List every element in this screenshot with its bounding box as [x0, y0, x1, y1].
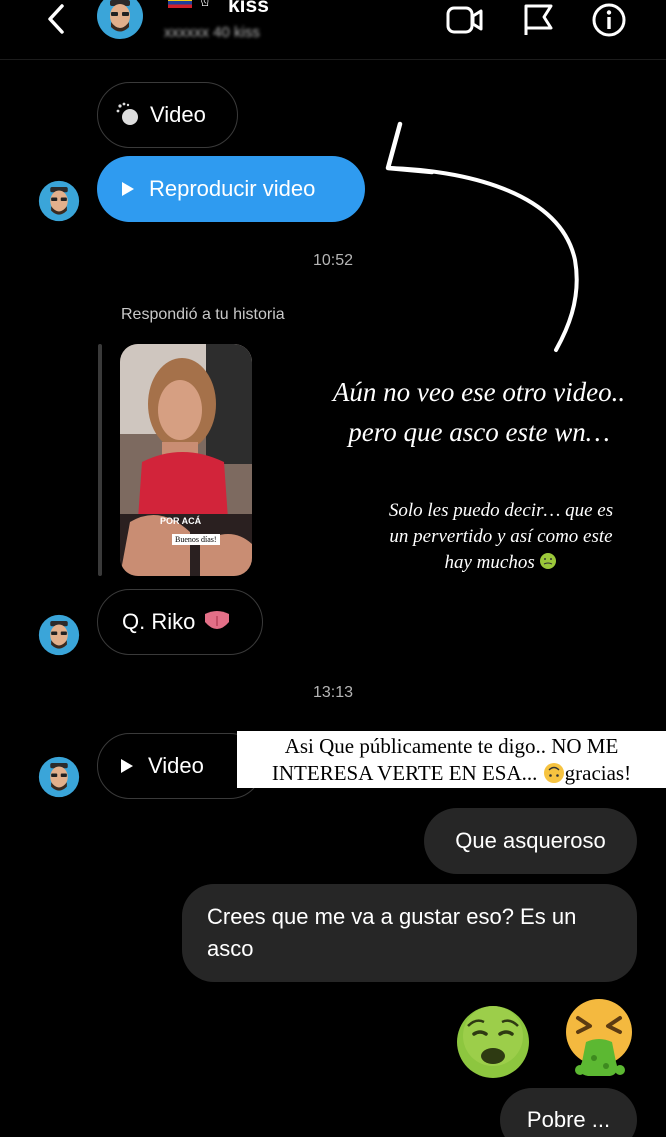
overlay-small-text: Solo les puedo decir… que es un perverti… [356, 498, 646, 576]
message-text: Q. Riko [122, 609, 196, 634]
overlay-line: un pervertido y así como este [389, 526, 613, 547]
avatar[interactable] [38, 180, 80, 222]
message-bubble-sent[interactable]: Crees que me va a gustar eso? Es un asco [182, 884, 637, 982]
chat-header: ✌ kiss xxxxxx 40 kiss [0, 0, 666, 60]
play-video-label: Reproducir video [149, 176, 316, 201]
video-call-icon[interactable] [446, 2, 484, 38]
overlay-line: pero que asco este wn… [348, 417, 610, 447]
contact-subtitle: xxxxxx 40 kiss [164, 24, 260, 41]
caption-line: Asi Que públicamente te digo.. NO ME [284, 734, 619, 758]
message-bubble-sent[interactable]: Pobre ... [500, 1088, 637, 1137]
loading-video-icon [116, 102, 138, 125]
message-text: Que asqueroso [455, 828, 606, 853]
chevron-left-icon[interactable] [40, 2, 74, 36]
overlay-big-text: Aún no veo ese otro video.. pero que asc… [292, 372, 666, 452]
play-icon [122, 182, 134, 196]
emoji-vomiting-face[interactable] [560, 996, 638, 1078]
overlay-line: Solo les puedo decir… que es [388, 500, 614, 521]
message-text: Pobre ... [526, 1107, 611, 1132]
video-label: Video [150, 102, 206, 127]
play-icon [121, 759, 133, 773]
overlay-line-text: hay muchos [444, 552, 535, 573]
avatar[interactable] [96, 0, 144, 40]
emoji-nauseated-face-small [540, 553, 557, 569]
victory-hand-icon: ✌ [196, 0, 214, 10]
story-thumbnail[interactable]: POR ACÁ Buenos días! [120, 344, 252, 576]
story-caption-sub: Buenos días! [172, 534, 220, 545]
avatar[interactable] [38, 614, 80, 656]
caption-text: INTERESA VERTE EN ESA... [271, 761, 538, 785]
overlay-caption-box: Asi Que públicamente te digo.. NO ME INT… [237, 731, 666, 788]
timestamp: 13:13 [312, 684, 354, 701]
overlay-line: Aún no veo ese otro video.. [332, 377, 626, 407]
emoji-upside-down-face [543, 763, 564, 783]
video-label: Video [148, 753, 204, 778]
caption-text: gracias! [564, 761, 632, 785]
play-video-button[interactable]: Reproducir video [97, 156, 365, 222]
message-bubble-sent[interactable]: Que asqueroso [424, 808, 637, 874]
message-text-line: Crees que me va a gustar eso? Es un [207, 904, 577, 929]
avatar[interactable] [38, 756, 80, 798]
story-caption-title: POR ACÁ [160, 516, 202, 526]
reply-indicator-bar [98, 344, 102, 576]
flag-colombia-icon [168, 0, 192, 8]
message-text-line: asco [207, 936, 254, 961]
video-message[interactable]: Video [97, 82, 238, 148]
flag-icon[interactable] [520, 2, 558, 38]
overlay-line: hay muchos [356, 550, 646, 576]
contact-name[interactable]: kiss [228, 0, 269, 18]
info-icon[interactable] [590, 2, 628, 38]
story-reply-label: Respondió a tu historia [121, 306, 285, 323]
emoji-nauseated-face[interactable] [454, 1000, 532, 1082]
hand-drawn-arrow [385, 121, 579, 352]
caption-line: INTERESA VERTE EN ESA... gracias! [237, 760, 666, 787]
timestamp: 10:52 [312, 252, 354, 269]
emoji-tongue [205, 611, 230, 629]
message-bubble-received[interactable]: Q. Riko [97, 589, 263, 655]
